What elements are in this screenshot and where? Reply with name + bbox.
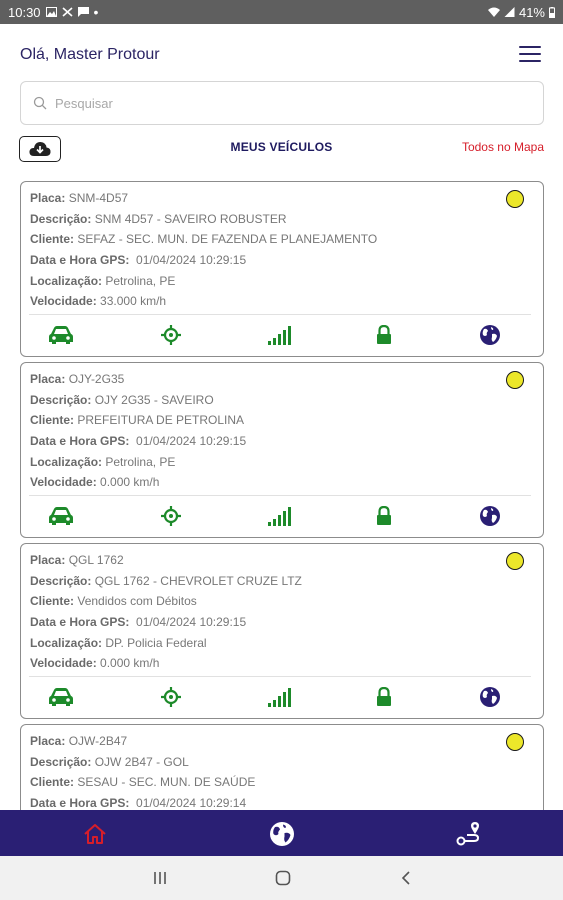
battery-icon [549, 6, 555, 18]
client-label: Cliente: [30, 413, 75, 428]
globe-icon[interactable] [475, 322, 505, 348]
plate-label: Placa: [30, 734, 66, 748]
vehicle-list: Placa: SNM-4D57 Descrição: SNM 4D57 - SA… [20, 181, 544, 810]
location-value: Petrolina, PE [105, 454, 176, 469]
speed-value: 33.000 km/h [100, 294, 167, 309]
search-icon [33, 96, 47, 110]
speed-value: 0.000 km/h [100, 475, 160, 490]
card-actions [21, 322, 543, 348]
dot-indicator: • [93, 4, 99, 20]
plate-value: SNM-4D57 [68, 191, 129, 205]
client-value: SESAU - SEC. MUN. DE SAÚDE [77, 775, 256, 790]
location-value: Petrolina, PE [105, 273, 176, 288]
gallery-icon [45, 7, 57, 17]
client-label: Cliente: [30, 594, 75, 609]
card-actions [21, 503, 543, 529]
description-value: QGL 1762 - CHEVROLET CRUZE LTZ [94, 573, 302, 588]
search-input[interactable] [55, 95, 495, 111]
lock-icon[interactable] [369, 322, 399, 348]
cell-signal-icon [504, 7, 515, 17]
client-value: SEFAZ - SEC. MUN. DE FAZENDA E PLANEJAME… [77, 232, 378, 247]
search-bar [20, 81, 544, 125]
divider [29, 676, 531, 677]
gps-time-label: Data e Hora GPS: [30, 253, 130, 268]
client-label: Cliente: [30, 232, 75, 247]
vehicle-card[interactable]: Placa: OJW-2B47 Descrição: OJW 2B47 - GO… [20, 724, 544, 810]
all-on-map-link[interactable]: Todos no Mapa [462, 140, 544, 154]
description-label: Descrição: [30, 573, 92, 588]
wifi-icon [487, 7, 500, 17]
description-label: Descrição: [30, 754, 92, 769]
location-value: DP. Policia Federal [105, 635, 207, 650]
lock-icon[interactable] [369, 684, 399, 710]
description-value: OJY 2G35 - SAVEIRO [94, 392, 214, 407]
car-icon[interactable] [46, 503, 76, 529]
status-indicator [506, 190, 524, 208]
location-label: Localização: [30, 635, 103, 650]
plate-label: Placa: [30, 191, 66, 205]
gps-time-value: 01/04/2024 10:29:15 [136, 434, 247, 449]
vehicle-card[interactable]: Placa: QGL 1762 Descrição: QGL 1762 - CH… [20, 543, 544, 719]
globe-icon[interactable] [268, 820, 296, 848]
signal-icon[interactable] [264, 503, 294, 529]
plate-value: QGL 1762 [68, 553, 124, 567]
status-indicator [506, 552, 524, 570]
location-label: Localização: [30, 273, 103, 288]
crosshair-icon[interactable] [156, 503, 186, 529]
recent-apps-icon[interactable] [150, 869, 170, 887]
signal-icon[interactable] [264, 322, 294, 348]
speed-value: 0.000 km/h [100, 656, 160, 671]
gps-time-value: 01/04/2024 10:29:14 [136, 796, 247, 810]
plate-label: Placa: [30, 553, 66, 567]
client-label: Cliente: [30, 775, 75, 790]
plate-value: OJW-2B47 [68, 734, 128, 748]
gps-time-label: Data e Hora GPS: [30, 434, 130, 449]
signal-icon[interactable] [264, 684, 294, 710]
message-icon [77, 7, 89, 17]
car-icon[interactable] [46, 684, 76, 710]
home-icon[interactable] [81, 820, 109, 848]
description-label: Descrição: [30, 392, 92, 407]
battery-level: 41% [518, 4, 545, 20]
app-header: Olá, Master Protour [0, 24, 563, 84]
crosshair-icon[interactable] [156, 322, 186, 348]
gps-time-value: 01/04/2024 10:29:15 [136, 615, 247, 630]
speed-label: Velocidade: [30, 656, 97, 671]
speed-label: Velocidade: [30, 294, 97, 309]
vehicle-card[interactable]: Placa: SNM-4D57 Descrição: SNM 4D57 - SA… [20, 181, 544, 357]
divider [29, 495, 531, 496]
card-actions [21, 684, 543, 710]
vehicle-card[interactable]: Placa: OJY-2G35 Descrição: OJY 2G35 - SA… [20, 362, 544, 538]
gps-time-value: 01/04/2024 10:29:15 [136, 253, 247, 268]
description-label: Descrição: [30, 211, 92, 226]
status-bar: 10:30 • 41% [0, 0, 563, 24]
crosshair-icon[interactable] [156, 684, 186, 710]
route-icon[interactable] [455, 820, 483, 848]
status-indicator [506, 733, 524, 751]
car-icon[interactable] [46, 322, 76, 348]
location-label: Localização: [30, 454, 103, 469]
system-navigation-bar [0, 856, 563, 900]
greeting-text: Olá, Master Protour [20, 46, 160, 63]
description-value: SNM 4D57 - SAVEIRO ROBUSTER [94, 211, 287, 226]
plate-value: OJY-2G35 [68, 372, 125, 386]
client-value: Vendidos com Débitos [77, 594, 197, 609]
clock: 10:30 [8, 4, 41, 20]
gps-time-label: Data e Hora GPS: [30, 796, 130, 810]
speed-label: Velocidade: [30, 475, 97, 490]
globe-icon[interactable] [475, 503, 505, 529]
home-system-icon[interactable] [273, 869, 293, 887]
divider [29, 314, 531, 315]
gps-time-label: Data e Hora GPS: [30, 615, 130, 630]
lock-icon[interactable] [369, 503, 399, 529]
bottom-navigation [0, 810, 563, 856]
globe-icon[interactable] [475, 684, 505, 710]
status-indicator [506, 371, 524, 389]
back-icon[interactable] [396, 869, 416, 887]
plate-label: Placa: [30, 372, 66, 386]
tools-icon [62, 7, 73, 17]
description-value: OJW 2B47 - GOL [94, 754, 189, 769]
hamburger-menu-icon[interactable] [519, 46, 541, 64]
client-value: PREFEITURA DE PETROLINA [77, 413, 245, 428]
